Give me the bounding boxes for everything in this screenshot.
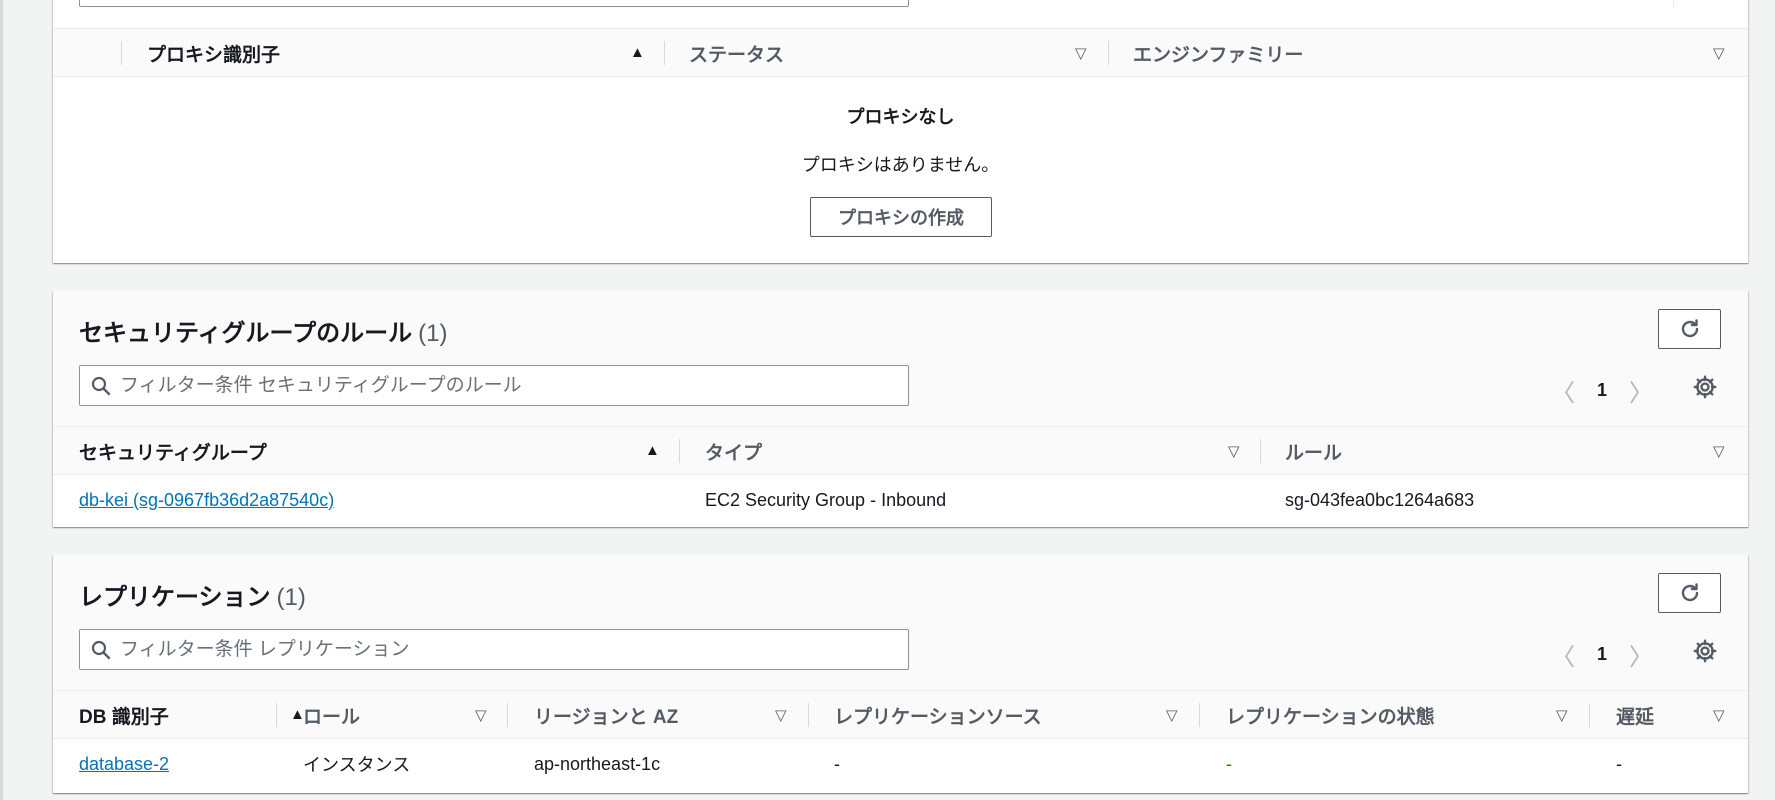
security-group-cell: db-kei (sg-0967fb36d2a87540c) — [79, 475, 334, 525]
sort-asc-icon[interactable]: ▲ — [645, 442, 660, 459]
replication-table-header: DB 識別子 ▲ ロール ▽ リージョンと AZ ▽ レプリケーションソース ▽… — [53, 690, 1748, 739]
column-divider — [121, 41, 122, 65]
replication-title-text: レプリケーション — [79, 584, 271, 611]
chevron-left-icon[interactable]: 〈 — [1551, 373, 1575, 408]
sort-desc-icon[interactable]: ▽ — [475, 706, 487, 724]
refresh-icon — [1681, 583, 1698, 602]
db-identifier-cell: database-2 — [79, 739, 169, 789]
replication-refresh-button[interactable] — [1658, 573, 1721, 613]
security-group-link[interactable]: db-kei (sg-0967fb36d2a87540c) — [79, 490, 334, 511]
create-proxy-button[interactable]: プロキシの作成 — [810, 197, 992, 237]
security-panel-title: セキュリティグループのルール (1) — [79, 313, 447, 348]
column-status[interactable]: ステータス — [689, 29, 784, 77]
rule-cell: sg-043fea0bc1264a683 — [1285, 489, 1475, 510]
column-divider — [507, 703, 508, 727]
search-icon — [90, 639, 112, 661]
sort-desc-icon[interactable]: ▽ — [1713, 706, 1725, 724]
column-replication-source[interactable]: レプリケーションソース — [834, 691, 1042, 739]
proxy-panel: プロキシ識別子 ▲ ステータス ▽ エンジンファミリー ▽ プロキシなし プロキ… — [53, 0, 1748, 263]
security-filter-box[interactable] — [79, 365, 909, 406]
proxy-settings-divider — [1673, 0, 1674, 7]
column-role[interactable]: ロール — [303, 691, 360, 739]
security-panel-header: セキュリティグループのルール(1) 〈 1 〉 — [53, 291, 1748, 426]
security-filter-input[interactable] — [112, 366, 908, 405]
column-lag[interactable]: 遅延 — [1616, 691, 1654, 739]
replication-panel: レプリケーション(1) 〈 1 〉 DB 識別子 ▲ ロール — [53, 555, 1748, 793]
column-region-az[interactable]: リージョンと AZ — [534, 691, 678, 739]
left-edge-divider — [0, 0, 3, 800]
column-replication-state[interactable]: レプリケーションの状態 — [1226, 691, 1435, 739]
column-db-identifier[interactable]: DB 識別子 — [79, 691, 169, 739]
replication-filter-input[interactable] — [112, 630, 908, 669]
type-cell: EC2 Security Group - Inbound — [705, 489, 947, 510]
replication-pagination: 〈 1 〉 — [1551, 637, 1653, 672]
replication-panel-title: レプリケーション (1) — [79, 577, 306, 612]
column-divider — [664, 41, 665, 65]
replication-panel-header: レプリケーション(1) 〈 1 〉 — [53, 555, 1748, 690]
chevron-right-icon[interactable]: 〉 — [1629, 637, 1653, 672]
proxy-filter-input-partial[interactable] — [79, 0, 909, 7]
column-engine-family[interactable]: エンジンファミリー — [1133, 29, 1303, 77]
region-az-cell: ap-northeast-1c — [534, 753, 661, 774]
settings-gear-icon[interactable] — [1692, 374, 1718, 400]
security-refresh-button[interactable] — [1658, 309, 1721, 349]
db-identifier-link[interactable]: database-2 — [79, 754, 169, 775]
replication-state-cell: - — [1226, 753, 1232, 774]
column-divider — [1199, 703, 1200, 727]
column-rule[interactable]: ルール — [1285, 427, 1342, 475]
chevron-left-icon[interactable]: 〈 — [1551, 637, 1575, 672]
replication-page-number[interactable]: 1 — [1597, 644, 1607, 665]
sort-desc-icon[interactable]: ▽ — [1556, 706, 1568, 724]
chevron-right-icon[interactable]: 〉 — [1629, 373, 1653, 408]
sort-desc-icon[interactable]: ▽ — [1075, 44, 1087, 62]
empty-state-description: プロキシはありません。 — [801, 155, 1000, 175]
replication-filter-box[interactable] — [79, 629, 909, 670]
table-row: database-2 インスタンス ap-northeast-1c - - - — [53, 739, 1748, 789]
sort-desc-icon[interactable]: ▽ — [1166, 706, 1178, 724]
column-divider — [808, 703, 809, 727]
security-table-header: セキュリティグループ ▲ タイプ ▽ ルール ▽ — [53, 426, 1748, 475]
sort-desc-icon[interactable]: ▽ — [1228, 442, 1240, 460]
role-cell: インスタンス — [303, 755, 411, 775]
empty-state-title: プロキシなし — [846, 107, 955, 127]
search-icon — [90, 375, 112, 397]
column-divider — [276, 703, 277, 727]
settings-gear-icon[interactable] — [1692, 638, 1718, 664]
security-group-rules-panel: セキュリティグループのルール(1) 〈 1 〉 セキュリティグループ ▲ — [53, 291, 1748, 527]
security-count: (1) — [418, 320, 448, 347]
sort-desc-icon[interactable]: ▽ — [775, 706, 787, 724]
security-title-text: セキュリティグループのルール — [79, 320, 413, 347]
replication-count: (1) — [276, 584, 306, 611]
column-security-group[interactable]: セキュリティグループ — [79, 427, 267, 475]
column-divider — [1589, 703, 1590, 727]
column-divider — [1108, 41, 1109, 65]
table-row: db-kei (sg-0967fb36d2a87540c) EC2 Securi… — [53, 475, 1748, 525]
proxy-table-header: プロキシ識別子 ▲ ステータス ▽ エンジンファミリー ▽ — [53, 28, 1748, 77]
security-page-number[interactable]: 1 — [1597, 380, 1607, 401]
lag-cell: - — [1616, 753, 1622, 774]
replication-source-cell: - — [834, 753, 840, 774]
sort-desc-icon[interactable]: ▽ — [1713, 442, 1725, 460]
sort-desc-icon[interactable]: ▽ — [1713, 44, 1725, 62]
refresh-icon — [1681, 319, 1698, 338]
sort-asc-icon[interactable]: ▲ — [630, 44, 645, 61]
column-divider — [1260, 439, 1261, 463]
column-proxy-id[interactable]: プロキシ識別子 — [147, 29, 280, 77]
column-divider — [679, 439, 680, 463]
security-pagination: 〈 1 〉 — [1551, 373, 1653, 408]
column-type[interactable]: タイプ — [705, 427, 762, 475]
